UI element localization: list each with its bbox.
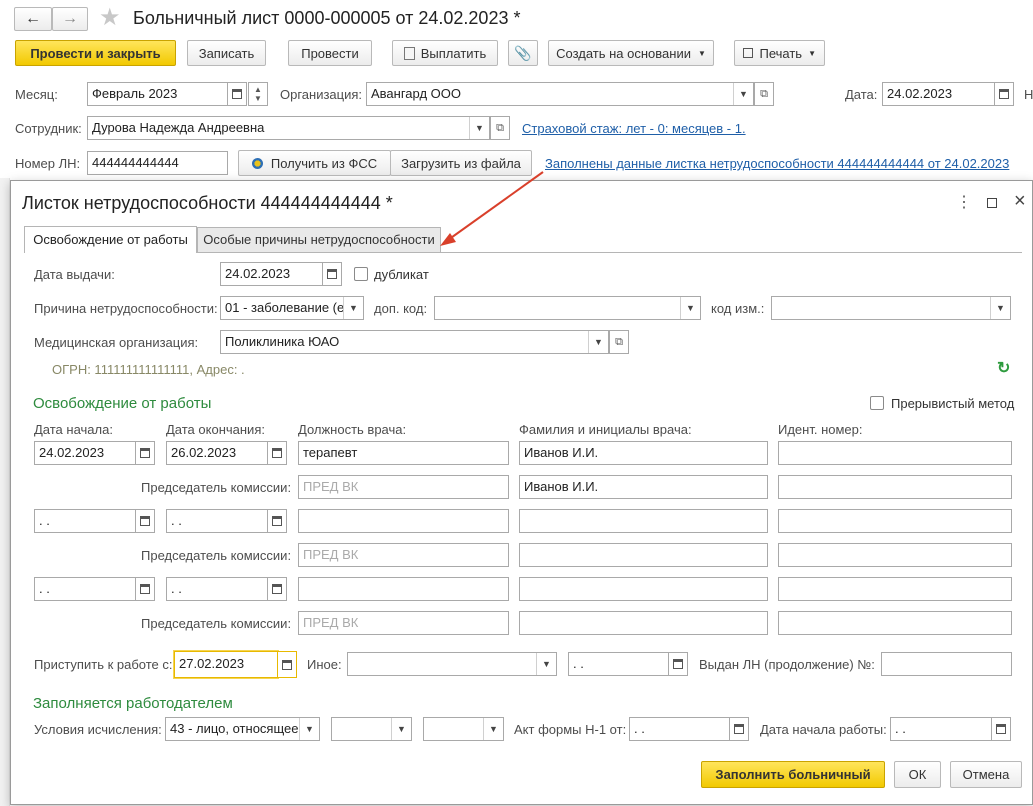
arrow-line: [447, 171, 544, 241]
annotation-arrow: [440, 171, 544, 246]
tab-release-from-work[interactable]: Освобождение от работы: [24, 226, 197, 253]
